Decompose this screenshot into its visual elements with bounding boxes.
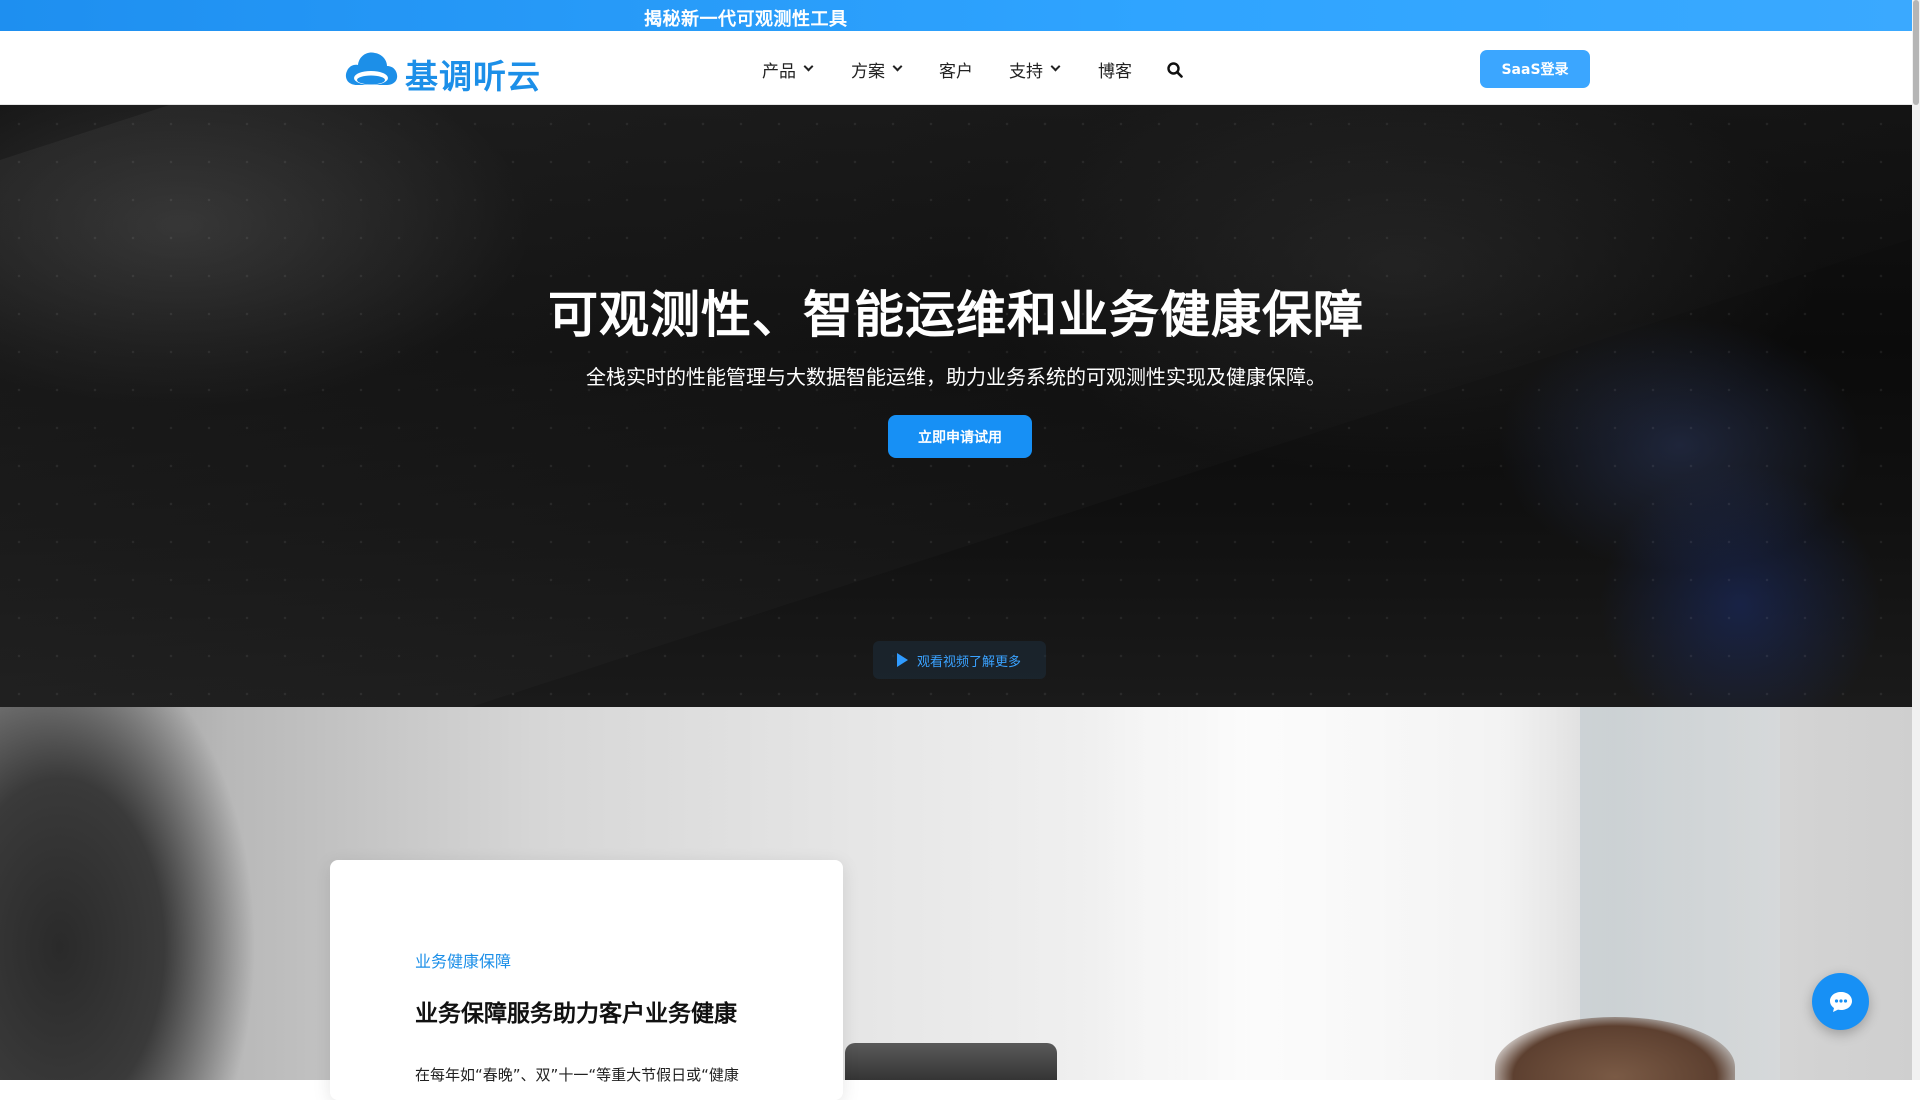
card-title: 业务保障服务助力客户业务健康 [415,1001,737,1027]
announcement-bar[interactable]: 揭秘新一代可观测性工具 [0,0,1920,31]
hero-section: 可观测性、智能运维和业务健康保障 全栈实时的性能管理与大数据智能运维，助力业务系… [0,105,1912,707]
site-header: 基调听云 产品 方案 客户 支持 博客 SaaS登录 [0,31,1920,105]
nav-item-support[interactable]: 支持 [1009,57,1061,82]
background-device [845,1043,1057,1080]
hero-title: 可观测性、智能运维和业务健康保障 [548,286,1364,344]
feature-section-background [0,707,1912,1080]
chevron-down-icon [803,61,814,72]
hero-subtitle: 全栈实时的性能管理与大数据智能运维，助力业务系统的可观测性实现及健康保障。 [586,365,1326,389]
chat-button[interactable] [1812,973,1869,1030]
chevron-down-icon [1050,61,1061,72]
nav-item-label: 方案 [851,61,885,82]
apply-trial-button[interactable]: 立即申请试用 [888,415,1032,458]
nav-item-label: 客户 [939,61,973,82]
background-window-light [1090,707,1610,1080]
announcement-text[interactable]: 揭秘新一代可观测性工具 [644,5,848,31]
saas-login-button[interactable]: SaaS登录 [1480,50,1590,88]
logo[interactable]: 基调听云 [343,47,540,96]
card-body: 在每年如“春晚”、双”十一“等重大节假日或“健康 [415,1066,739,1084]
feature-card: 业务健康保障 业务保障服务助力客户业务健康 在每年如“春晚”、双”十一“等重大节… [330,860,843,1100]
hero-background-dots [0,105,1912,707]
search-icon[interactable] [1167,62,1183,78]
watch-video-label: 观看视频了解更多 [917,655,1022,670]
card-eyebrow: 业务健康保障 [415,952,512,971]
scrollbar-thumb[interactable] [1913,0,1919,105]
play-icon [897,653,908,667]
logo-text: 基调听云 [405,57,541,96]
watch-video-button[interactable]: 观看视频了解更多 [873,641,1046,679]
nav-item-solutions[interactable]: 方案 [851,57,903,82]
nav-item-customers[interactable]: 客户 [939,57,973,82]
page-scrollbar[interactable] [1912,0,1920,1080]
cloud-logo-icon [345,52,398,85]
nav-item-products[interactable]: 产品 [762,57,814,82]
chevron-down-icon [892,61,903,72]
nav-item-label: 产品 [762,61,796,82]
nav-item-label: 博客 [1098,61,1132,82]
chat-bubble-icon [1830,992,1852,1012]
nav-item-blog[interactable]: 博客 [1098,57,1132,82]
nav-item-label: 支持 [1009,61,1043,82]
